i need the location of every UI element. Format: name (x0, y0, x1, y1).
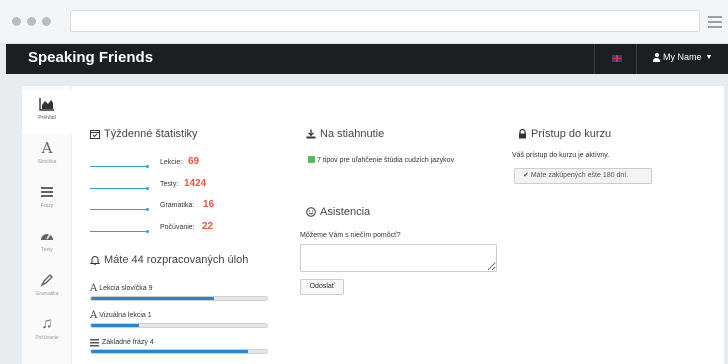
phrases-icon (90, 339, 99, 347)
lock-icon (519, 129, 526, 139)
stat-value: 22 (202, 221, 214, 232)
window-close-dot[interactable] (12, 17, 21, 26)
phrases-icon (41, 187, 53, 197)
access-title: Prístup do kurzu (518, 128, 611, 140)
access-status-text: Váš prístup do kurzu je aktívny. (512, 152, 610, 159)
chevron-down-icon: ▼ (705, 53, 713, 61)
music-note-icon: ♫ (41, 315, 53, 332)
book-icon (308, 156, 315, 163)
days-remaining-button[interactable]: ✔ Máte zakúpených ešte 180 dní. (514, 168, 652, 184)
sidebar: Prehľad A Slovíčka Frázy Testy Gramatika… (22, 86, 72, 364)
sidebar-item-label: Prehľad (38, 115, 56, 121)
stat-label: Lekcie: (160, 159, 183, 166)
browser-menu-icon[interactable] (708, 16, 722, 31)
task-name: Vizuálna lekcia 1 (99, 312, 152, 319)
uk-flag-icon[interactable] (612, 55, 622, 62)
overview-chart-icon (39, 98, 54, 111)
sidebar-item-label: Slovíčka (37, 159, 57, 165)
sidebar-item-label: Počúvanie (35, 335, 59, 341)
check-icon: ✔ (523, 172, 529, 179)
tasks-title: Máte 44 rozpracovaných úloh (90, 254, 248, 266)
sidebar-item-overview[interactable]: Prehľad (22, 90, 72, 134)
stat-sparkline (90, 165, 149, 168)
downloads-title: Na stiahnutie (306, 128, 384, 140)
downloads-heading: Na stiahnutie (320, 128, 385, 140)
download-link[interactable]: 7 tipov pre uľahčenie štúdia cudzích jaz… (308, 156, 478, 166)
app-navbar: Speaking Friends My Name ▼ (6, 44, 728, 74)
sidebar-item-phrases[interactable]: Frázy (22, 178, 72, 222)
browser-chrome (0, 0, 728, 44)
sidebar-item-label: Frázy (40, 203, 54, 209)
user-icon (653, 52, 660, 62)
assistance-heading: Asistencia (320, 206, 371, 218)
stat-sparkline (90, 208, 149, 211)
sidebar-item-grammar[interactable]: Gramatika (22, 266, 72, 310)
window-controls (12, 17, 51, 26)
stat-label: Gramatika: (160, 202, 195, 209)
stat-sparkline (90, 230, 149, 233)
sidebar-item-label: Gramatika (35, 291, 59, 297)
access-heading: Prístup do kurzu (531, 128, 612, 140)
stat-sparkline (90, 187, 149, 190)
stat-value: 16 (203, 199, 215, 210)
days-remaining-label: Máte zakúpených ešte 180 dní. (530, 172, 629, 179)
user-name-label: My Name (663, 52, 702, 62)
task-item[interactable]: A Lekcia slovíčka 9 (90, 283, 270, 301)
submit-button[interactable]: Odoslať (300, 279, 344, 295)
help-question-label: Môžeme Vám s niečím pomôcť? (300, 232, 401, 239)
nav-divider (636, 44, 637, 74)
smile-icon (306, 207, 316, 217)
calendar-check-icon (90, 130, 100, 139)
task-item[interactable]: A Vizuálna lekcia 1 (90, 310, 270, 328)
sidebar-item-tests[interactable]: Testy (22, 222, 72, 266)
assistance-title: Asistencia (306, 206, 370, 218)
letter-a-icon: A (41, 139, 53, 157)
nav-divider (594, 44, 595, 74)
weekly-stats-title: Týždenné štatistiky (90, 128, 198, 140)
address-bar[interactable] (70, 10, 700, 32)
window-maximize-dot[interactable] (42, 17, 51, 26)
sidebar-item-words[interactable]: A Slovíčka (22, 134, 72, 178)
task-progress-bar (90, 323, 268, 328)
letter-a-icon: A (90, 310, 98, 321)
stat-label: Testy: (160, 181, 179, 188)
sidebar-item-listening[interactable]: ♫ Počúvanie (22, 310, 72, 354)
user-menu-dropdown[interactable]: My Name ▼ (653, 52, 712, 62)
stat-value: 69 (188, 156, 200, 167)
stat-row-lessons: Lekcie: 69 (90, 156, 290, 172)
stat-value: 1424 (184, 178, 207, 189)
letter-a-icon: A (90, 283, 98, 294)
task-progress-fill (91, 297, 215, 300)
download-icon (306, 129, 316, 139)
stat-row-grammar: Gramatika: 16 (90, 199, 290, 215)
dashboard-panel: Prehľad A Slovíčka Frázy Testy Gramatika… (22, 86, 724, 364)
task-name: Základné frázy 4 (102, 339, 154, 346)
window-minimize-dot[interactable] (27, 17, 36, 26)
stat-row-listening: Počúvanie: 22 (90, 221, 290, 237)
tasks-heading: Máte 44 rozpracovaných úloh (104, 254, 249, 266)
task-progress-bar (90, 296, 268, 301)
sidebar-item-label: Testy (41, 247, 53, 253)
download-link-text: 7 tipov pre uľahčenie štúdia cudzích jaz… (317, 157, 455, 164)
gauge-icon (41, 233, 53, 240)
weekly-stats-heading: Týždenné štatistiky (104, 128, 198, 140)
brand-title[interactable]: Speaking Friends (28, 49, 153, 66)
help-message-textarea[interactable] (300, 244, 497, 272)
task-progress-bar (90, 349, 268, 354)
task-progress-fill (91, 324, 139, 327)
task-item[interactable]: Základné frázy 4 (90, 338, 270, 354)
stat-label: Počúvanie: (160, 224, 195, 231)
pencil-icon (40, 274, 53, 287)
task-name: Lekcia slovíčka 9 (99, 285, 153, 292)
stat-row-tests: Testy: 1424 (90, 178, 290, 194)
bell-icon (90, 256, 100, 265)
task-progress-fill (91, 350, 248, 353)
